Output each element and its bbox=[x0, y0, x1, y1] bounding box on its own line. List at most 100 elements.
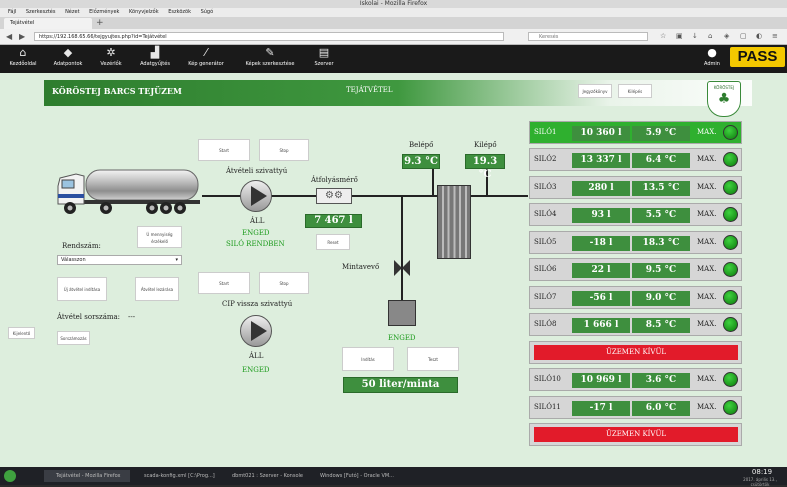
nav-home[interactable]: ⌂ Kezdőoldal bbox=[4, 45, 42, 73]
pump1-stop-button[interactable]: Stop bbox=[259, 139, 309, 161]
cip-stop-button[interactable]: Stop bbox=[259, 272, 309, 294]
menu-tools[interactable]: Eszközök bbox=[168, 9, 191, 15]
serial-reset-button[interactable]: Sorszámozás bbox=[57, 331, 90, 345]
report-button[interactable]: Jegyzőkönyv bbox=[578, 84, 612, 98]
flowmeter: ⚙⚙ bbox=[316, 188, 352, 204]
nav-server[interactable]: ▤ Szerver bbox=[308, 45, 340, 73]
close-reception-button[interactable]: Átvétel lezárása bbox=[135, 277, 179, 301]
plate-select[interactable]: Válasszon ▾ bbox=[57, 255, 182, 265]
silo-name: SILÓ2 bbox=[534, 155, 557, 163]
page-title: TEJÁTVÉTEL bbox=[346, 86, 393, 94]
window-titlebar: Iskolai - Mozilla Firefox bbox=[0, 0, 787, 8]
flowmeter-icon: ⚙⚙ bbox=[325, 190, 343, 201]
tab-bar bbox=[0, 17, 787, 29]
silo-row[interactable]: SILÓ4 93 l 5.5 °C MAX. bbox=[529, 203, 742, 226]
home-browser-icon[interactable]: ⌂ bbox=[708, 32, 712, 41]
status-lamp-icon bbox=[723, 290, 738, 305]
url-input[interactable]: https://192.168.65.66/tejgyujtes.php?id=… bbox=[34, 32, 504, 41]
nav-imageedit[interactable]: ✎ Képek szerkesztése bbox=[236, 45, 304, 73]
silo-max: MAX. bbox=[697, 293, 717, 301]
silo-temperature: 6.0 °C bbox=[632, 401, 690, 416]
cip-permit: ENGED bbox=[242, 366, 270, 374]
flowmeter-value: 7 467 l bbox=[305, 214, 362, 228]
nav-datacollection[interactable]: ▟ Adatgyűjtés bbox=[134, 45, 176, 73]
task-konsole[interactable]: dbmt021 : Szerver - Konsole bbox=[220, 470, 306, 482]
pump1-arrow-icon bbox=[251, 186, 267, 206]
start-menu-icon[interactable] bbox=[4, 470, 16, 482]
chart-icon: ▟ bbox=[150, 46, 160, 59]
search-input[interactable]: Keresés bbox=[528, 32, 648, 41]
sampler-test-button[interactable]: Teszt bbox=[407, 347, 459, 371]
silo9-row[interactable]: ÜZEMEN KÍVÜL bbox=[529, 341, 742, 364]
silo-quantity: 93 l bbox=[572, 208, 630, 223]
chat-icon[interactable]: ▢ bbox=[740, 32, 747, 41]
nav-imagegen-label: Kép generátor bbox=[188, 61, 224, 67]
cip-start-button[interactable]: Start bbox=[198, 272, 250, 294]
download-icon[interactable]: ↓ bbox=[692, 32, 698, 41]
outlet-label: Kilépő bbox=[474, 141, 497, 149]
task-virtualbox[interactable]: Windows [Futó] - Oracle VM... bbox=[308, 470, 394, 482]
silo-max: MAX. bbox=[697, 210, 717, 218]
silo-row[interactable]: SILÓ8 1 666 l 8.5 °C MAX. bbox=[529, 313, 742, 336]
menu-icon[interactable]: ≡ bbox=[772, 32, 778, 41]
gears-icon: ✲ bbox=[106, 46, 116, 59]
back-icon[interactable]: ◀ bbox=[6, 32, 12, 41]
nav-imagegen[interactable]: ⁄ Kép generátor bbox=[182, 45, 230, 73]
menu-file[interactable]: Fájl bbox=[8, 9, 16, 15]
menu-view[interactable]: Nézet bbox=[65, 9, 79, 15]
silo12-row[interactable]: ÜZEMEN KÍVÜL bbox=[529, 423, 742, 446]
shield-icon[interactable]: ◈ bbox=[724, 32, 729, 41]
clock-date: 2017. április 13., csütörtök bbox=[743, 477, 777, 487]
new-reception-button[interactable]: Új átvétel indítása bbox=[57, 277, 107, 301]
browser-tab[interactable]: Tejátvétel bbox=[4, 18, 92, 29]
sampler-start-button[interactable]: Indítás bbox=[342, 347, 394, 371]
silo-temperature: 3.6 °C bbox=[632, 373, 690, 388]
forward-icon[interactable]: ▶ bbox=[19, 32, 25, 41]
menu-help[interactable]: Súgó bbox=[201, 9, 214, 15]
star-icon[interactable]: ☆ bbox=[660, 32, 666, 41]
plate-label: Rendszám: bbox=[62, 242, 101, 250]
silo-temperature: 9.0 °C bbox=[632, 291, 690, 306]
silo-row[interactable]: SILÓ10 10 969 l 3.6 °C MAX. bbox=[529, 368, 742, 391]
silo-name: SILÓ11 bbox=[534, 403, 561, 411]
admin-user[interactable]: ● Admin bbox=[700, 45, 724, 73]
silo-row[interactable]: SILÓ7 -56 l 9.0 °C MAX. bbox=[529, 286, 742, 309]
silo-row[interactable]: SILÓ2 13 337 l 6.4 °C MAX. bbox=[529, 148, 742, 171]
silo-row[interactable]: SILÓ5 -18 l 18.3 °C MAX. bbox=[529, 231, 742, 254]
silo-row[interactable]: SILÓ6 22 l 9.5 °C MAX. bbox=[529, 258, 742, 281]
sampler-valve-icon[interactable] bbox=[392, 258, 412, 278]
silo-temperature: 13.5 °C bbox=[632, 181, 690, 196]
silo-quantity: 22 l bbox=[572, 263, 630, 278]
status-lamp-icon bbox=[723, 317, 738, 332]
cip-pump[interactable] bbox=[240, 315, 272, 347]
silo-row[interactable]: SILÓ3 280 l 13.5 °C MAX. bbox=[529, 176, 742, 199]
outlet-temp: 19.3 °C bbox=[465, 154, 505, 180]
clock[interactable]: 08:19 bbox=[742, 468, 782, 476]
exit-button[interactable]: Kilépés bbox=[618, 84, 652, 98]
silo-quantity: 280 l bbox=[572, 181, 630, 196]
task-firefox[interactable]: Tejátvétel - Mozilla Firefox bbox=[44, 470, 130, 482]
edit-icon: ✎ bbox=[265, 46, 275, 59]
clipboard-icon[interactable]: ▣ bbox=[676, 32, 683, 41]
volume-sensor-button[interactable]: Ú mennyiség érzékelő bbox=[137, 226, 182, 248]
pump1-start-button[interactable]: Start bbox=[198, 139, 250, 161]
side-button[interactable]: Kijelentő bbox=[8, 327, 35, 339]
silo-row[interactable]: SILÓ1 10 360 l 5.9 °C MAX. bbox=[529, 121, 742, 144]
new-tab-icon[interactable]: + bbox=[96, 17, 104, 29]
pump1[interactable] bbox=[240, 180, 272, 212]
pocket-icon[interactable]: ◐ bbox=[756, 32, 762, 41]
menu-edit[interactable]: Szerkesztés bbox=[26, 9, 56, 15]
nav-datapoints[interactable]: ◆ Adatpontok bbox=[48, 45, 88, 73]
silo-row[interactable]: SILÓ11 -17 l 6.0 °C MAX. bbox=[529, 396, 742, 419]
menu-bookmarks[interactable]: Könyvjelzők bbox=[129, 9, 159, 15]
sample-rate: 50 liter/minta bbox=[343, 377, 458, 393]
task-editor[interactable]: scada-konfig.xml [C:\Prog...] bbox=[132, 470, 218, 482]
menu-history[interactable]: Előzmények bbox=[89, 9, 119, 15]
milk-truck bbox=[57, 169, 200, 214]
silo-max: MAX. bbox=[697, 403, 717, 411]
inlet-temp: 9.3 °C bbox=[402, 154, 440, 169]
flowmeter-reset-button[interactable]: Reset bbox=[316, 234, 350, 250]
plate-select-value: Válasszon bbox=[61, 257, 86, 263]
silo-quantity: -18 l bbox=[572, 236, 630, 251]
nav-controllers[interactable]: ✲ Vezérlők bbox=[94, 45, 128, 73]
